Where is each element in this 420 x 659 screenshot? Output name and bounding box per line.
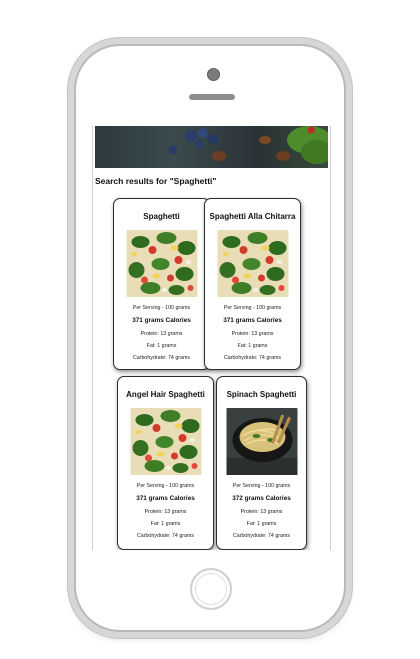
serving-size: Per Serving - 100 grams — [232, 483, 291, 489]
fat: Fat: 1 grams — [246, 521, 277, 527]
calories: 371 grams Calories — [132, 317, 191, 324]
recipe-image — [217, 230, 288, 297]
recipe-card-angel-hair-spaghetti[interactable]: Angel Hair Spaghetti Per Serving - 100 g… — [117, 376, 214, 550]
home-button[interactable] — [190, 568, 232, 610]
protein: Protein: 13 grams — [144, 509, 187, 515]
header-banner-image — [95, 126, 328, 168]
protein: Protein: 13 grams — [240, 509, 283, 515]
protein: Protein: 13 grams — [140, 331, 183, 337]
serving-size: Per Serving - 100 grams — [132, 305, 191, 311]
earpiece-speaker — [189, 94, 235, 100]
recipe-title: Spinach Spaghetti — [226, 390, 297, 399]
phone-screen: Search results for "Spaghetti" Spaghetti… — [92, 126, 331, 550]
search-results-heading: Search results for "Spaghetti" — [95, 176, 217, 186]
fat: Fat: 1 grams — [150, 521, 181, 527]
serving-size: Per Serving - 100 grams — [223, 305, 282, 311]
fat: Fat: 1 grams — [237, 343, 268, 349]
recipe-image — [126, 230, 197, 297]
recipe-card-spaghetti-alla-chitarra[interactable]: Spaghetti Alla Chitarra Per Serving - 10… — [204, 198, 301, 370]
calories: 371 grams Calories — [223, 317, 282, 324]
recipe-title: Spaghetti — [143, 212, 180, 221]
recipe-card-spinach-spaghetti[interactable]: Spinach Spaghetti Per Serving - 100 gram… — [216, 376, 307, 550]
carbohydrate: Carbohydrate: 74 grams — [223, 355, 282, 361]
recipe-title: Angel Hair Spaghetti — [126, 390, 205, 399]
carbohydrate: Carbohydrate: 74 grams — [136, 533, 195, 539]
carbohydrate: Carbohydrate: 74 grams — [132, 355, 191, 361]
calories: 372 grams Calories — [232, 495, 291, 502]
recipe-title: Spaghetti Alla Chitarra — [209, 212, 296, 221]
recipe-card-spaghetti[interactable]: Spaghetti Per Serving - 100 grams 371 gr… — [113, 198, 210, 370]
recipe-image — [226, 408, 297, 475]
front-camera — [207, 68, 220, 81]
carbohydrate: Carbohydrate: 74 grams — [232, 533, 291, 539]
fat: Fat: 1 grams — [146, 343, 177, 349]
recipe-image — [130, 408, 201, 475]
protein: Protein: 13 grams — [231, 331, 274, 337]
calories: 371 grams Calories — [136, 495, 195, 502]
serving-size: Per Serving - 100 grams — [136, 483, 195, 489]
